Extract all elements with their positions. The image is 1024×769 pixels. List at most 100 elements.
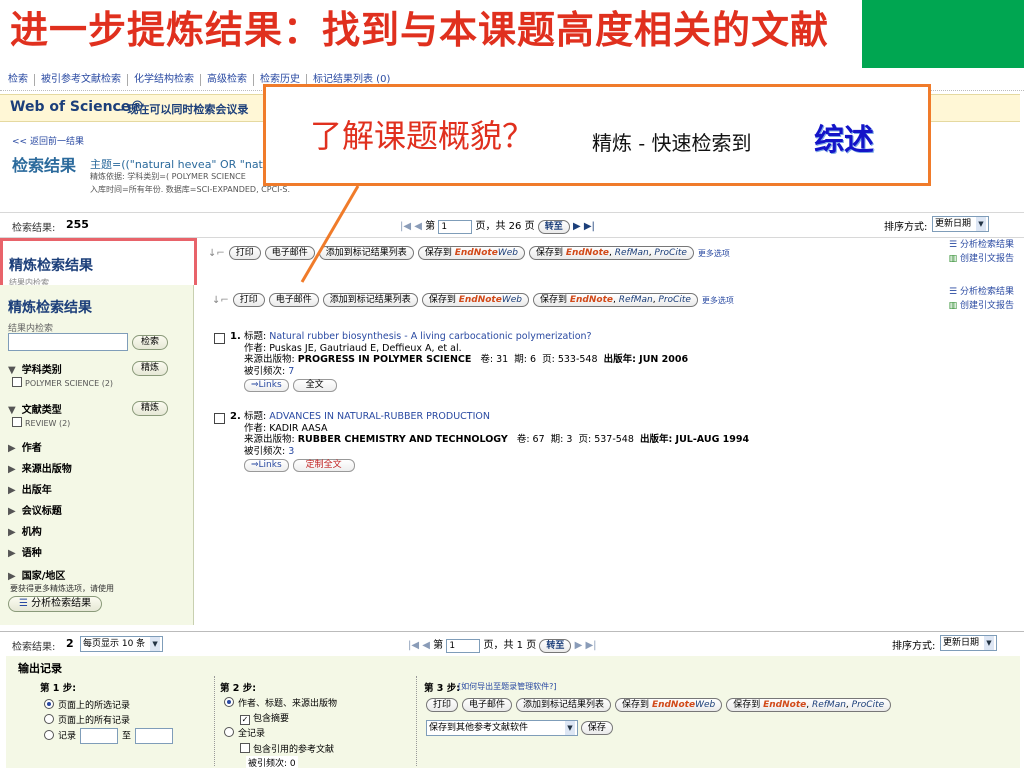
nav-advanced-search[interactable]: 高级检索 [201, 74, 254, 86]
facet-subject[interactable]: ▼ 学科类别 [8, 361, 62, 376]
opt-full-label: 全记录 [238, 729, 266, 739]
radio[interactable] [44, 729, 54, 740]
save-button[interactable]: 保存 [580, 721, 613, 735]
refine-subject-button[interactable]: 精炼 [132, 361, 169, 376]
facet-country[interactable]: ▶ 国家/地区 [8, 567, 65, 582]
first-prev-icon[interactable]: |◀ ◀ [400, 221, 422, 232]
opt-all-on-page[interactable]: 页面上的所有记录 [44, 713, 130, 726]
record-title-link[interactable]: Natural rubber biosynthesis - A living c… [269, 331, 591, 342]
radio[interactable] [44, 699, 54, 709]
opt-selected-label: 页面上的所选记录 [58, 701, 131, 711]
radio[interactable] [44, 714, 54, 724]
opt-full-record[interactable]: 全记录 [224, 726, 265, 739]
links-button[interactable]: ⇒Links [244, 459, 289, 472]
facet-language[interactable]: ▶ 语种 [8, 544, 42, 559]
checkbox-checked[interactable]: ✓ [240, 715, 250, 725]
links-button[interactable]: ⇒Links [244, 379, 289, 392]
full-text-button[interactable]: 全文 [292, 379, 337, 392]
radio[interactable] [224, 727, 234, 737]
save-endnote-desktop-button[interactable]: 保存到 EndNote, RefMan, ProCite [528, 246, 694, 260]
save-endnote-web-button[interactable]: 保存到 EndNoteWeb [421, 293, 529, 307]
howto-export-link[interactable]: [如何导出至题录管理软件?] [458, 681, 557, 692]
page-input[interactable]: 1 [438, 220, 473, 234]
facet-subject-label: 学科类别 [21, 365, 62, 376]
per-page-select[interactable]: 每页显示 10 条 ▼ [80, 636, 164, 652]
checkbox[interactable] [12, 417, 22, 427]
chevron-down-icon: ▼ [565, 721, 575, 735]
subject-option[interactable]: POLYMER SCIENCE (2) [12, 377, 113, 388]
add-marked-button[interactable]: 添加到标记结果列表 [322, 293, 418, 307]
sort-select[interactable]: 更新日期 ▼ [932, 216, 989, 232]
checkbox[interactable] [240, 743, 250, 753]
facet-author[interactable]: ▶ 作者 [8, 439, 42, 454]
page-input[interactable]: 1 [446, 639, 481, 653]
record-checkbox[interactable] [214, 413, 225, 424]
save-endnote-desktop-button[interactable]: 保存到 EndNote, RefMan, ProCite [726, 698, 892, 712]
web-label: Web [695, 700, 716, 710]
callout-main: 了解课题概貌？ [310, 117, 535, 155]
record-title-link[interactable]: ADVANCES IN NATURAL-RUBBER PRODUCTION [269, 411, 490, 422]
nav-structure-search[interactable]: 化学结构检索 [128, 74, 201, 86]
nav-cited-ref-search[interactable]: 被引参考文献检索 [35, 74, 128, 86]
doctype-option[interactable]: REVIEW (2) [12, 417, 70, 428]
more-options-link[interactable]: 更多选项 [702, 295, 734, 306]
chevron-down-icon: ▼ [150, 637, 161, 651]
save-endnote-web-button[interactable]: 保存到 EndNoteWeb [615, 698, 723, 712]
radio[interactable] [224, 697, 234, 707]
custom-full-text-button[interactable]: 定制全文 [292, 459, 355, 472]
first-prev-icon[interactable]: |◀ ◀ [408, 640, 430, 651]
add-marked-button[interactable]: 添加到标记结果列表 [516, 698, 612, 712]
print-button[interactable]: 打印 [426, 698, 459, 712]
go-button[interactable]: 转至 [539, 639, 572, 653]
email-button[interactable]: 电子邮件 [268, 293, 319, 307]
email-button[interactable]: 电子邮件 [462, 698, 513, 712]
opt-fields[interactable]: 作者、标题、来源出版物 [224, 696, 337, 709]
analyze-label: 分析检索结果 [31, 598, 92, 609]
record-source: RUBBER CHEMISTRY AND TECHNOLOGY [297, 434, 508, 445]
cited-count-link[interactable]: 7 [288, 366, 294, 377]
go-button[interactable]: 转至 [537, 220, 570, 234]
search-within-input[interactable] [8, 333, 128, 351]
analyze-link[interactable]: 分析检索结果 [960, 240, 1014, 250]
facet-source[interactable]: ▶ 来源出版物 [8, 460, 72, 475]
email-button[interactable]: 电子邮件 [264, 246, 315, 260]
facet-conference[interactable]: ▶ 会议标题 [8, 502, 62, 517]
sort-select[interactable]: 更新日期 ▼ [940, 635, 997, 651]
record-year: 出版年: JUN 2006 [603, 354, 689, 365]
record-number: 2. [230, 411, 241, 422]
nav-search[interactable]: 检索 [6, 74, 35, 86]
print-button[interactable]: 打印 [228, 246, 261, 260]
add-marked-button[interactable]: 添加到标记结果列表 [318, 246, 414, 260]
export-format-select[interactable]: 保存到其他参考文献软件 ▼ [426, 720, 578, 736]
cited-bottom: 被引频次: 0 [246, 756, 298, 769]
facet-year[interactable]: ▶ 出版年 [8, 481, 52, 496]
citation-report-link[interactable]: 创建引文报告 [960, 301, 1014, 311]
facet-institution[interactable]: ▶ 机构 [8, 523, 42, 538]
source-label: 来源出版物: [244, 354, 295, 365]
opt-abstract[interactable]: ✓ 包含摘要 [240, 711, 289, 725]
print-button[interactable]: 打印 [232, 293, 265, 307]
checkbox[interactable] [12, 377, 22, 387]
record-checkbox[interactable] [214, 333, 225, 344]
more-options-link[interactable]: 更多选项 [698, 248, 730, 259]
range-from-input[interactable] [80, 728, 119, 744]
next-last-icon[interactable]: ▶ ▶| [573, 221, 595, 232]
analyze-link[interactable]: 分析检索结果 [960, 287, 1014, 297]
opt-selected[interactable]: 页面上的所选记录 [44, 698, 130, 711]
bottom-count-bar: 检索结果: 2 每页显示 10 条 ▼ |◀ ◀ 第 1 页，共 1 页 转至 … [0, 631, 1024, 656]
facet-doctype[interactable]: ▼ 文献类型 [8, 401, 62, 416]
cited-count-link[interactable]: 3 [288, 446, 294, 457]
opt-cited-refs[interactable]: 包含引用的参考文献 [240, 742, 334, 755]
next-last-icon[interactable]: ▶ ▶| [575, 640, 597, 651]
citation-report-link[interactable]: 创建引文报告 [960, 254, 1014, 264]
refine-doctype-button[interactable]: 精炼 [132, 401, 169, 416]
search-within-button[interactable]: 检索 [132, 335, 169, 350]
save-endnote-desktop-button[interactable]: 保存到 EndNote, RefMan, ProCite [532, 293, 698, 307]
facet-label: 会议标题 [21, 506, 62, 517]
save-endnote-web-button[interactable]: 保存到 EndNoteWeb [417, 246, 525, 260]
range-to-input[interactable] [135, 728, 174, 744]
opt-records-range[interactable]: 记录 至 [44, 728, 177, 744]
back-link[interactable]: << 返回前一结果 [12, 134, 84, 147]
facet-label: 出版年 [21, 485, 52, 496]
analyze-results-button[interactable]: ☰ 分析检索结果 [8, 596, 103, 612]
